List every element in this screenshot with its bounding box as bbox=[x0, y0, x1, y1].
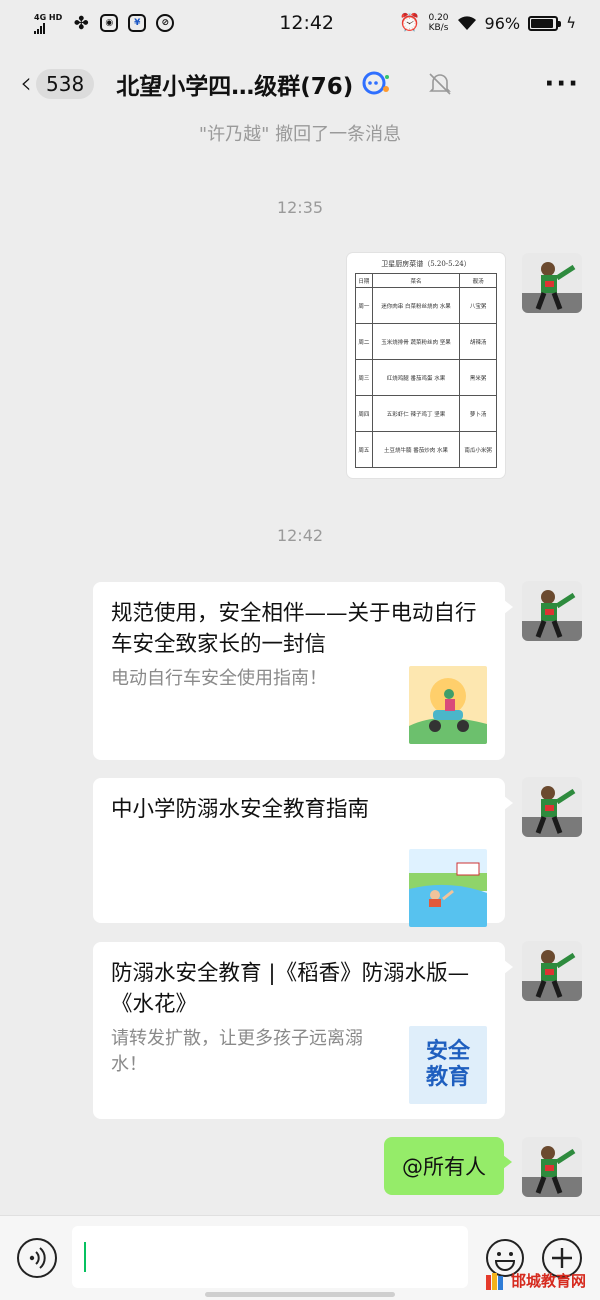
menu-soup: 南瓜小米粥 bbox=[459, 431, 497, 468]
menu-dish: 红烧鸡腿 番茄鸡蛋 水果 bbox=[371, 359, 461, 396]
menu-dish: 五彩虾仁 辣子鸡丁 坚果 bbox=[371, 395, 461, 432]
card-description bbox=[111, 849, 391, 927]
menu-day: 周三 bbox=[355, 359, 373, 396]
my-avatar[interactable] bbox=[522, 1137, 582, 1197]
timestamp: 12:42 bbox=[276, 526, 324, 545]
menu-day: 周一 bbox=[355, 287, 373, 324]
chat-header: ‹ 538 北望小学四…级群(76) ··· bbox=[0, 56, 600, 112]
status-bar: 4G HD ✤ ◉ ¥ ⊘ 12:42 ⏰ 0.20 KB/s 96% ϟ bbox=[0, 0, 600, 46]
avatar[interactable] bbox=[522, 253, 582, 313]
home-indicator[interactable] bbox=[205, 1292, 395, 1297]
app-notification-icon: ¥ bbox=[128, 14, 147, 32]
voice-input-button[interactable] bbox=[17, 1238, 57, 1278]
battery-icon bbox=[528, 15, 562, 31]
books-logo-icon bbox=[486, 1272, 503, 1290]
menu-day: 周四 bbox=[355, 395, 373, 432]
link-card-ebike-letter[interactable]: 规范使用，安全相伴——关于电动自行车安全致家长的一封信 电动自行车安全使用指南！ bbox=[93, 582, 513, 760]
menu-day: 周二 bbox=[355, 323, 373, 360]
menu-soup: 八宝粥 bbox=[459, 287, 497, 324]
menu-row: 周二 玉米烧排骨 蔬菜粉丝肉 坚果 胡辣汤 bbox=[355, 323, 497, 360]
card-title: 中小学防溺水安全教育指南 bbox=[111, 797, 370, 822]
watermark-text: 邯城教育网 bbox=[511, 1272, 587, 1290]
menu-row: 周四 五彩虾仁 辣子鸡丁 坚果 萝卜汤 bbox=[355, 395, 497, 432]
wifi-icon bbox=[457, 16, 476, 30]
menu-soup: 黑米粥 bbox=[459, 359, 497, 396]
menu-day: 周五 bbox=[355, 431, 373, 468]
avatar[interactable] bbox=[522, 581, 582, 641]
network-speed: 0.20 KB/s bbox=[428, 13, 448, 33]
avatar[interactable] bbox=[522, 777, 582, 837]
menu-row: 周三 红烧鸡腿 番茄鸡蛋 水果 黑米粥 bbox=[355, 359, 497, 396]
safety-education-thumbnail: 安全 教育 bbox=[409, 1026, 487, 1104]
menu-title: 卫星厨房菜谱（5.20-5.24） bbox=[381, 260, 471, 268]
menu-dish: 玉米烧排骨 蔬菜粉丝肉 坚果 bbox=[371, 323, 461, 360]
menu-row: 周一 迷你肉串 白菜粉丝烧肉 水果 八宝粥 bbox=[355, 287, 497, 324]
thumb-text-line: 安全 bbox=[425, 1039, 470, 1064]
unread-count-badge: 538 bbox=[36, 69, 95, 99]
menu-header: 靓汤 bbox=[459, 273, 497, 288]
watermark: 邯城教育网 bbox=[485, 1270, 586, 1291]
link-card-drowning-song[interactable]: 防溺水安全教育 |《稻香》防溺水版—《水花》 请转发扩散，让更多孩子远离溺水！ … bbox=[93, 942, 513, 1119]
chevron-left-icon: ‹ bbox=[20, 66, 32, 101]
menu-header: 菜名 bbox=[371, 273, 461, 288]
more-options-button[interactable]: ··· bbox=[544, 69, 580, 99]
signal-icon bbox=[34, 22, 62, 34]
outgoing-message-bubble[interactable]: @所有人 bbox=[384, 1137, 512, 1195]
link-card-drowning-guide[interactable]: 中小学防溺水安全教育指南 bbox=[93, 778, 513, 927]
text-caret bbox=[84, 1242, 86, 1272]
card-title: 规范使用，安全相伴——关于电动自行车安全致家长的一封信 bbox=[111, 601, 477, 657]
message-input[interactable] bbox=[72, 1226, 468, 1288]
battery-percent: 96% bbox=[484, 13, 521, 33]
alarm-icon: ⏰ bbox=[399, 13, 421, 33]
menu-header: 日期 bbox=[355, 273, 373, 288]
card-description: 电动自行车安全使用指南！ bbox=[111, 668, 327, 689]
thumb-text-line: 教育 bbox=[425, 1065, 470, 1090]
charging-icon: ϟ bbox=[566, 14, 576, 32]
card-description: 请转发扩散，让更多孩子远离溺水！ bbox=[111, 1028, 363, 1075]
menu-image-message[interactable]: 卫星厨房菜谱（5.20-5.24） 日期 菜名 靓汤 周一 迷你肉串 白菜粉丝烧… bbox=[347, 253, 505, 478]
menu-soup: 胡辣汤 bbox=[459, 323, 497, 360]
menu-dish: 迷你肉串 白菜粉丝烧肉 水果 bbox=[371, 287, 461, 324]
menu-table: 日期 菜名 靓汤 周一 迷你肉串 白菜粉丝烧肉 水果 八宝粥 周二 玉米烧排骨 … bbox=[355, 273, 497, 468]
link-app-icon: ⊘ bbox=[156, 14, 175, 32]
speed-unit: KB/s bbox=[428, 23, 449, 33]
network-indicator: 4G HD bbox=[34, 13, 62, 34]
pinwheel-app-icon: ✤ bbox=[73, 12, 89, 34]
recall-notice: "许乃越" 撤回了一条消息 bbox=[198, 124, 402, 145]
clock: 12:42 bbox=[279, 12, 335, 34]
chat-title: 北望小学四…级群(76) bbox=[116, 74, 354, 100]
scooter-thumbnail bbox=[409, 666, 487, 744]
swimming-thumbnail bbox=[409, 849, 487, 927]
card-title: 防溺水安全教育 |《稻香》防溺水版—《水花》 bbox=[111, 961, 470, 1017]
menu-header-row: 日期 菜名 靓汤 bbox=[355, 273, 497, 288]
ai-search-icon[interactable] bbox=[361, 69, 391, 99]
network-label: 4G HD bbox=[34, 12, 63, 22]
avatar[interactable] bbox=[522, 941, 582, 1001]
speed-value: 0.20 bbox=[428, 13, 449, 23]
mute-bell-icon bbox=[429, 73, 452, 95]
timestamp: 12:35 bbox=[276, 198, 324, 217]
qq-app-icon: ◉ bbox=[100, 14, 119, 32]
voice-icon bbox=[29, 1247, 46, 1269]
menu-soup: 萝卜汤 bbox=[459, 395, 497, 432]
menu-dish: 土豆烧牛腩 番茄炒肉 水果 bbox=[371, 431, 461, 468]
menu-row: 周五 土豆烧牛腩 番茄炒肉 水果 南瓜小米粥 bbox=[355, 431, 497, 468]
back-button[interactable]: ‹ 538 bbox=[20, 66, 95, 101]
